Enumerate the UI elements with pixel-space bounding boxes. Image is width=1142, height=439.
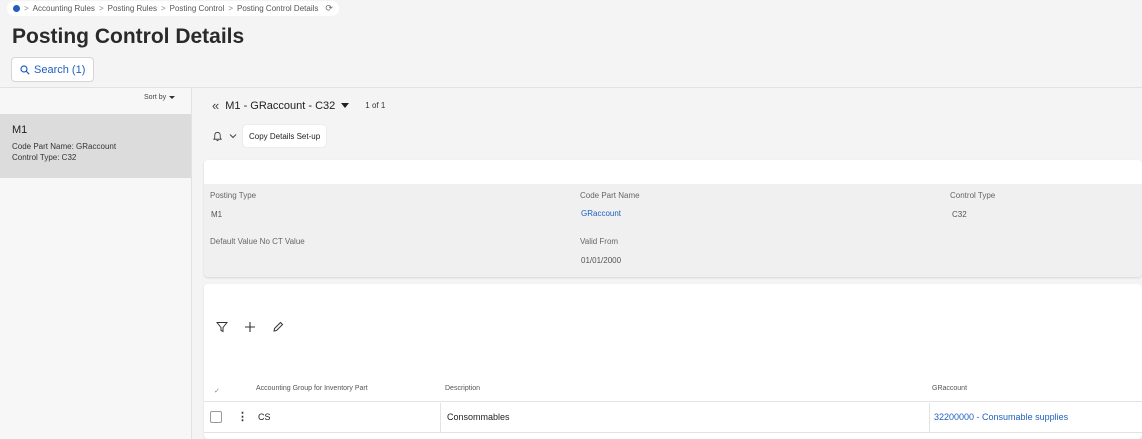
grid-toolbar bbox=[216, 321, 284, 333]
code-part-name-label: Code Part Name bbox=[580, 191, 640, 200]
record-code-part-label: Code Part Name: bbox=[12, 142, 74, 151]
column-header-description[interactable]: Description bbox=[445, 385, 480, 392]
collapse-list-icon[interactable]: « bbox=[212, 98, 219, 113]
record-title: M1 bbox=[12, 124, 28, 136]
breadcrumb-separator: > bbox=[228, 4, 234, 13]
breadcrumb-item-accounting-rules[interactable]: Accounting Rules bbox=[33, 4, 95, 13]
bell-icon[interactable] bbox=[212, 131, 223, 142]
breadcrumb-separator: > bbox=[98, 4, 104, 13]
valid-from-label: Valid From bbox=[580, 237, 619, 246]
record-code-part-value: GRaccount bbox=[76, 142, 117, 151]
posting-type-value: M1 bbox=[211, 210, 223, 219]
cell-accounting-group: CS bbox=[258, 412, 271, 422]
control-type-value: C32 bbox=[952, 210, 967, 219]
details-card-header bbox=[204, 160, 1142, 184]
page-title: Posting Control Details bbox=[12, 25, 245, 48]
column-header-graccount[interactable]: GRaccount bbox=[932, 385, 967, 392]
sort-by-button[interactable]: Sort by bbox=[144, 94, 176, 101]
column-header-accounting-group[interactable]: Accounting Group for Inventory Part bbox=[256, 385, 368, 392]
sort-by-label: Sort by bbox=[144, 94, 167, 101]
table-row[interactable]: ⋮ CS Consommables 32200000 - Consumable … bbox=[204, 403, 1142, 433]
record-control-type: Control Type: C32 bbox=[12, 152, 179, 163]
page-count: 1 of 1 bbox=[365, 101, 386, 110]
details-card: Posting Type M1 Code Part Name GRaccount… bbox=[204, 160, 1142, 277]
grid-header: ✓ Accounting Group for Inventory Part De… bbox=[204, 380, 1142, 402]
select-all-checkmark-icon[interactable]: ✓ bbox=[214, 387, 220, 395]
default-value-label: Default Value No CT Value bbox=[210, 237, 305, 246]
caret-down-icon bbox=[169, 96, 176, 99]
cell-description: Consommables bbox=[447, 412, 510, 422]
breadcrumb: > Accounting Rules > Posting Rules > Pos… bbox=[7, 1, 339, 16]
row-checkbox[interactable] bbox=[210, 411, 222, 423]
column-divider bbox=[440, 403, 441, 433]
column-divider bbox=[929, 403, 930, 433]
cell-graccount-link[interactable]: 32200000 - Consumable supplies bbox=[934, 412, 1068, 422]
breadcrumb-item-posting-control[interactable]: Posting Control bbox=[170, 4, 225, 13]
record-control-type-value: C32 bbox=[61, 153, 77, 162]
record-card-selected[interactable]: M1 Code Part Name: GRaccount Control Typ… bbox=[0, 114, 191, 178]
valid-from-value: 01/01/2000 bbox=[581, 256, 622, 265]
action-toolbar: Copy Details Set-up bbox=[212, 125, 327, 147]
copy-details-setup-button[interactable]: Copy Details Set-up bbox=[243, 125, 327, 147]
search-icon bbox=[20, 64, 30, 75]
record-selector[interactable]: M1 - GRaccount - C32 bbox=[225, 99, 350, 112]
search-button-label: Search (1) bbox=[34, 63, 86, 76]
grid-card: ✓ Accounting Group for Inventory Part De… bbox=[204, 284, 1142, 439]
row-more-icon[interactable]: ⋮ bbox=[237, 410, 248, 423]
add-icon[interactable] bbox=[244, 321, 256, 333]
posting-type-label: Posting Type bbox=[210, 191, 257, 200]
code-part-name-link[interactable]: GRaccount bbox=[581, 209, 621, 218]
edit-icon[interactable] bbox=[272, 321, 284, 333]
control-type-label: Control Type bbox=[950, 191, 996, 200]
record-code-part: Code Part Name: GRaccount bbox=[12, 141, 179, 152]
breadcrumb-separator: > bbox=[24, 4, 29, 13]
breadcrumb-item-posting-rules[interactable]: Posting Rules bbox=[108, 4, 157, 13]
search-button[interactable]: Search (1) bbox=[11, 57, 95, 82]
breadcrumb-item-posting-control-details: Posting Control Details bbox=[237, 4, 319, 13]
breadcrumb-separator: > bbox=[160, 4, 166, 13]
record-selector-label: M1 - GRaccount - C32 bbox=[225, 99, 336, 112]
record-control-type-label: Control Type: bbox=[12, 153, 60, 162]
home-icon[interactable] bbox=[13, 5, 20, 12]
record-list-panel: Sort by M1 Code Part Name: GRaccount Con… bbox=[0, 88, 192, 439]
caret-down-icon bbox=[341, 103, 350, 108]
chevron-down-icon[interactable] bbox=[229, 132, 237, 140]
refresh-icon[interactable]: ⟳ bbox=[325, 3, 333, 14]
record-navigator: « M1 - GRaccount - C32 1 of 1 bbox=[212, 98, 385, 113]
filter-icon[interactable] bbox=[216, 321, 228, 333]
